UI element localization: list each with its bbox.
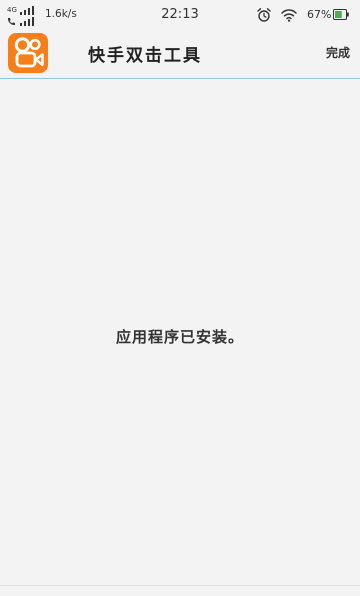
app-screen: 4G 1.6k/s 22:13 67% 快手双击工具 完成 应用程序已安装。 bbox=[0, 0, 360, 596]
battery-fill bbox=[335, 11, 342, 18]
alarm-icon bbox=[257, 8, 271, 22]
page-title: 快手双击工具 bbox=[88, 46, 202, 66]
done-button[interactable]: 完成 bbox=[326, 44, 350, 61]
clock: 22:13 bbox=[161, 7, 199, 22]
wifi-icon bbox=[281, 9, 297, 22]
status-bar: 4G 1.6k/s 22:13 67% bbox=[0, 0, 360, 30]
bottom-divider bbox=[0, 585, 360, 586]
battery-percent: 67% bbox=[307, 8, 332, 21]
main-content: 应用程序已安装。 bbox=[0, 79, 360, 584]
battery-icon bbox=[333, 9, 349, 20]
app-header: 快手双击工具 完成 bbox=[0, 30, 360, 79]
kuaishou-logo-icon bbox=[8, 33, 48, 73]
install-complete-message: 应用程序已安装。 bbox=[115, 328, 244, 346]
